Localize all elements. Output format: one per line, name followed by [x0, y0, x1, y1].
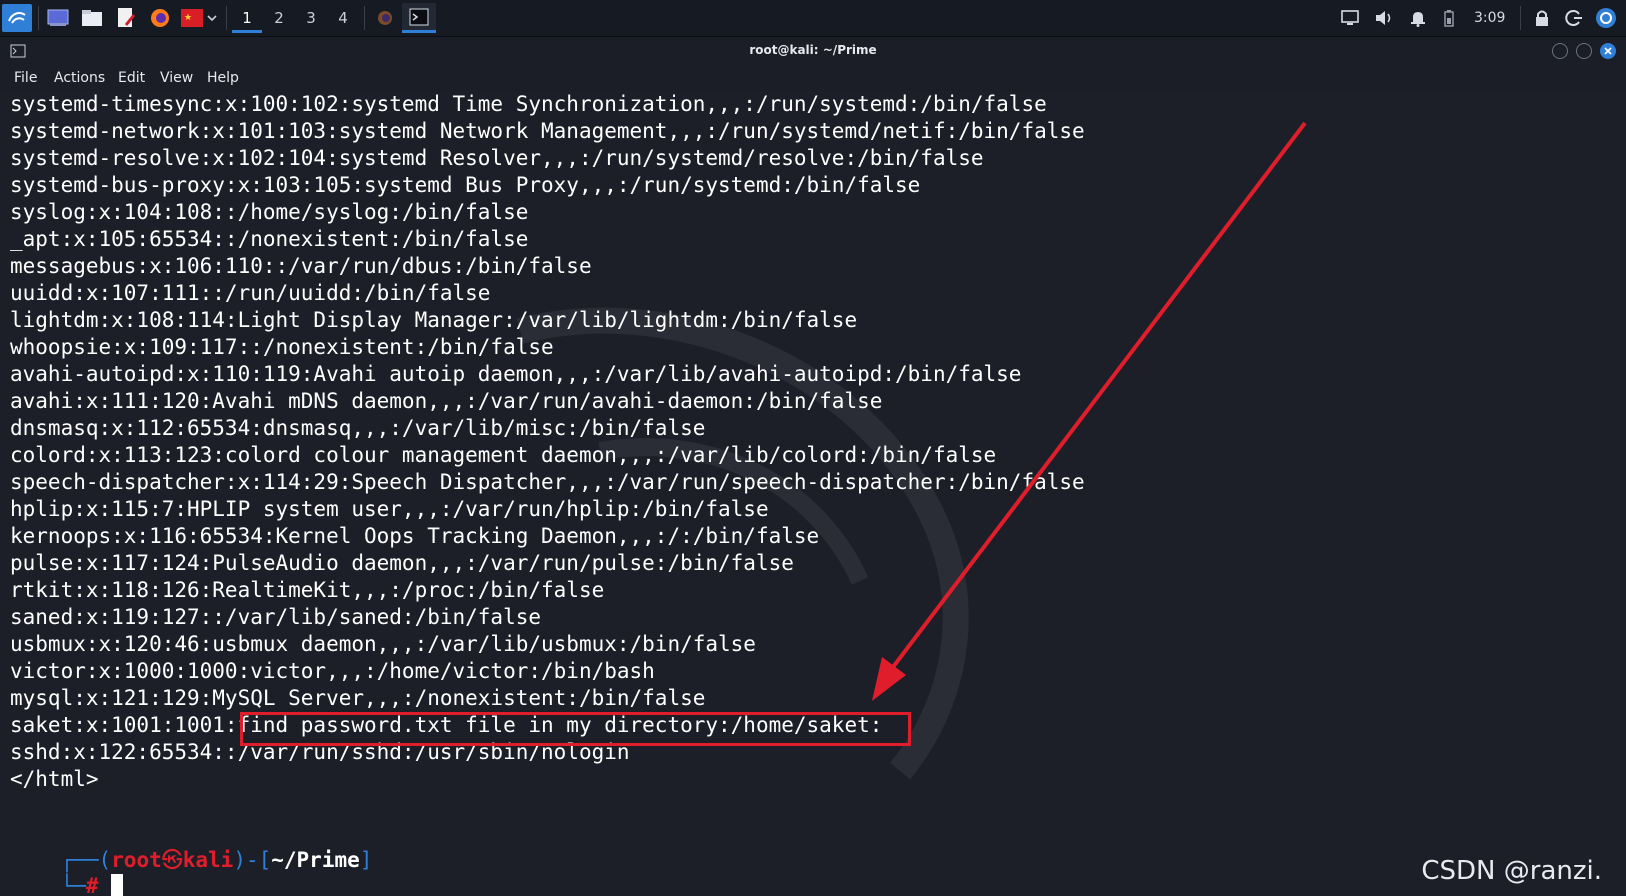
- menu-help[interactable]: Help: [207, 67, 239, 89]
- close-icon: [1604, 47, 1612, 55]
- window-title: root@kali: ~/Prime: [749, 43, 877, 57]
- volume-icon[interactable]: [1370, 4, 1398, 32]
- menu-actions[interactable]: Actions: [54, 67, 105, 89]
- chevron-down-icon[interactable]: [204, 4, 220, 32]
- close-button[interactable]: [1600, 43, 1616, 59]
- menu-file[interactable]: File: [14, 67, 37, 89]
- logout-icon[interactable]: [1560, 4, 1588, 32]
- terminal-task-icon[interactable]: [402, 3, 436, 33]
- menu-bar: File Actions Edit View Help: [0, 67, 1626, 91]
- prompt-hash: #: [85, 874, 99, 896]
- prompt-close: ]: [359, 848, 373, 872]
- svg-text:★: ★: [184, 13, 192, 23]
- menu-edit[interactable]: Edit: [118, 67, 145, 89]
- terminal-output[interactable]: systemd-timesync:x:100:102:systemd Time …: [0, 91, 1626, 896]
- prompt-path: ~/Prime: [271, 848, 360, 872]
- desktop-icon[interactable]: [44, 4, 72, 32]
- screen-icon[interactable]: [1336, 4, 1364, 32]
- minimize-button[interactable]: [1552, 43, 1568, 59]
- prompt-host: kali: [182, 848, 234, 872]
- maximize-button[interactable]: [1576, 43, 1592, 59]
- prompt-at: ㉿: [161, 848, 183, 872]
- lock-icon[interactable]: [1528, 4, 1556, 32]
- text-cursor: [111, 874, 124, 896]
- workspace-2[interactable]: 2: [264, 3, 294, 33]
- text-editor-icon[interactable]: [112, 4, 140, 32]
- user-icon[interactable]: [1592, 4, 1620, 32]
- prompt-line-2[interactable]: └─#: [10, 847, 124, 896]
- prompt-mid: )-[: [233, 848, 272, 872]
- battery-icon[interactable]: [1440, 4, 1458, 32]
- csdn-watermark: CSDN @ranzi.: [1421, 856, 1602, 886]
- menu-view[interactable]: View: [160, 67, 193, 89]
- clock[interactable]: 3:09: [1474, 0, 1505, 36]
- terminal-launcher-icon[interactable]: ★: [178, 4, 206, 32]
- file-manager-icon[interactable]: [78, 4, 106, 32]
- firefox-icon[interactable]: [146, 4, 174, 32]
- notification-bell-icon[interactable]: [1404, 4, 1432, 32]
- workspace-3[interactable]: 3: [296, 3, 326, 33]
- workspace-1[interactable]: 1: [232, 3, 262, 33]
- firefox-task-icon[interactable]: [368, 3, 402, 33]
- workspace-4[interactable]: 4: [328, 3, 358, 33]
- window-titlebar[interactable]: root@kali: ~/Prime: [0, 37, 1626, 67]
- prompt-corner: └─: [60, 874, 86, 896]
- kali-menu-icon[interactable]: [2, 4, 32, 32]
- annotation-arrow: [872, 121, 1307, 701]
- top-panel: ★ 1 2 3 4 3:09: [0, 0, 1626, 37]
- prompt-line-1: ┌──(root㉿kali)-[~/Prime]: [10, 821, 373, 872]
